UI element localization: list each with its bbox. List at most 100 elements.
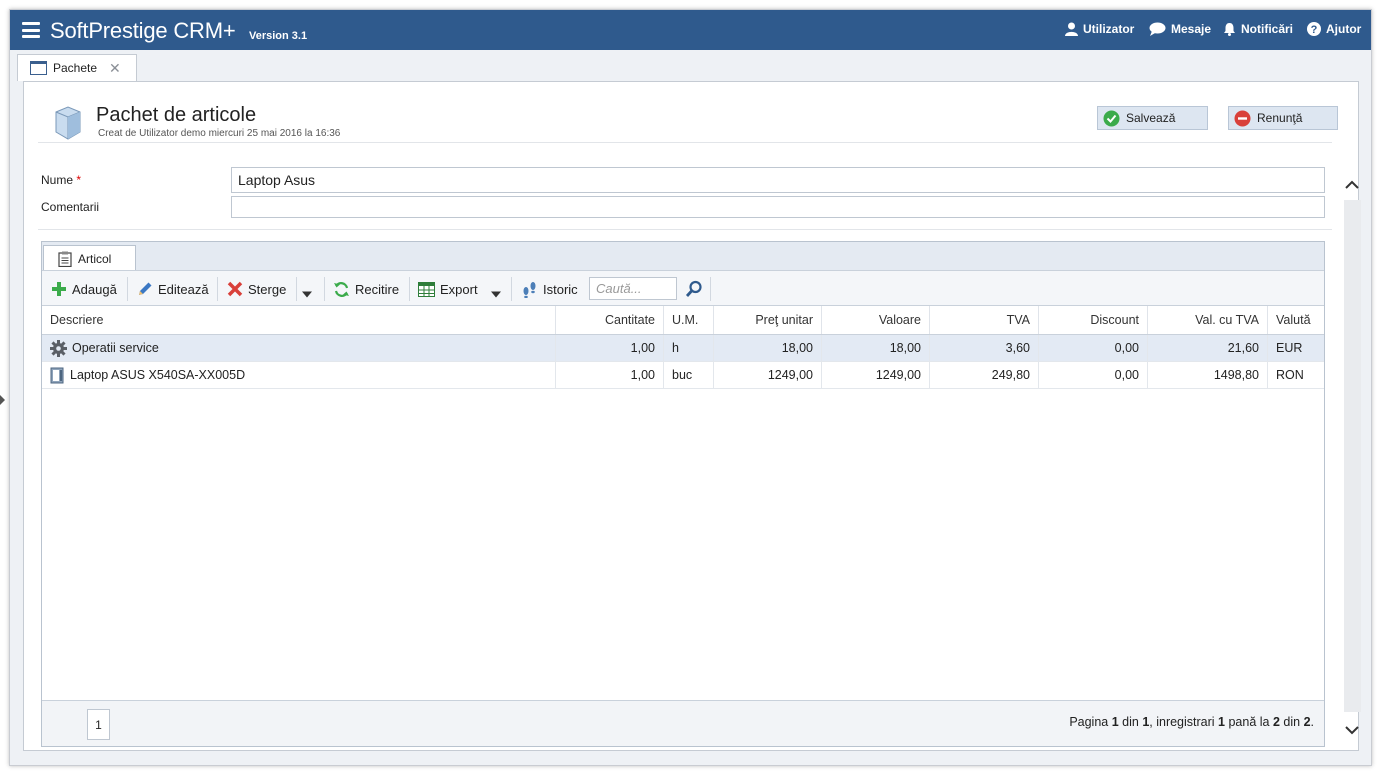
pager-total: 2 xyxy=(1303,715,1311,729)
close-icon[interactable]: ✕ xyxy=(109,60,121,77)
clipboard-icon xyxy=(58,251,72,267)
app-brand: SoftPrestige CRM+ xyxy=(50,18,236,43)
nume-input[interactable]: Laptop Asus xyxy=(231,167,1325,193)
tab-articol-label: Articol xyxy=(78,251,112,266)
pager-text: din xyxy=(1279,715,1304,729)
cell-val-tva: 21,60 xyxy=(1148,335,1268,361)
col-pret-unitar[interactable]: Preţ unitar xyxy=(714,306,822,334)
cell-tva: 249,80 xyxy=(930,362,1039,388)
edit-button[interactable]: Editează xyxy=(137,279,209,299)
pager-text: din xyxy=(1118,715,1143,729)
app-window: SoftPrestige CRM+ Version 3.1 Utilizator… xyxy=(9,9,1372,766)
cell-pret: 18,00 xyxy=(714,335,822,361)
svg-text:?: ? xyxy=(1311,24,1318,36)
spreadsheet-icon xyxy=(418,281,435,297)
col-val-cu-tva[interactable]: Val. cu TVA xyxy=(1148,306,1268,334)
export-button[interactable]: Export xyxy=(418,279,478,299)
col-valuta[interactable]: Valută xyxy=(1268,306,1324,334)
col-discount[interactable]: Discount xyxy=(1039,306,1148,334)
scroll-up-icon[interactable] xyxy=(1345,179,1359,189)
col-descriere[interactable]: Descriere xyxy=(42,306,556,334)
cell-tva: 3,60 xyxy=(930,335,1039,361)
cell-discount: 0,00 xyxy=(1039,362,1148,388)
tab-pachete-label: Pachete xyxy=(53,61,98,75)
search-input[interactable]: Caută... xyxy=(589,277,677,300)
chevron-down-icon[interactable] xyxy=(491,285,501,305)
top-bar: SoftPrestige CRM+ Version 3.1 Utilizator… xyxy=(10,10,1371,50)
pencil-icon xyxy=(139,282,152,295)
table-row[interactable]: Operatii service 1,00 h 18,00 18,00 3,60… xyxy=(42,335,1324,362)
history-button-label: Istoric xyxy=(543,281,578,297)
reload-button[interactable]: Recitire xyxy=(333,279,399,299)
add-button[interactable]: Adaugă xyxy=(51,279,117,299)
page-number-button[interactable]: 1 xyxy=(87,709,110,740)
nume-label: Nume * xyxy=(41,173,81,187)
cell-cantitate: 1,00 xyxy=(556,335,664,361)
save-button-label: Salvează xyxy=(1126,111,1176,125)
grid-pager: 1 Pagina 1 din 1, inregistrari 1 pană la… xyxy=(42,700,1324,746)
history-button[interactable]: Istoric xyxy=(521,279,578,299)
col-um[interactable]: U.M. xyxy=(664,306,714,334)
separator xyxy=(409,277,410,301)
tab-articol[interactable]: Articol xyxy=(43,245,136,271)
grid-toolbar: Adaugă Editează Sterge Recitire Export I… xyxy=(42,270,1324,306)
content-panel: Pachet de articole Creat de Utilizator d… xyxy=(23,81,1361,751)
col-tva[interactable]: TVA xyxy=(930,306,1039,334)
user-icon xyxy=(1065,22,1078,36)
separator xyxy=(710,277,711,301)
scrollbar[interactable] xyxy=(1344,200,1361,712)
cell-descriere: Laptop ASUS X540SA-XX005D xyxy=(42,362,556,388)
cell-val-tva: 1498,80 xyxy=(1148,362,1268,388)
separator xyxy=(127,277,128,301)
separator xyxy=(511,277,512,301)
nav-notificari[interactable]: Notificări xyxy=(1223,22,1293,36)
cell-um: buc xyxy=(664,362,714,388)
check-circle-icon xyxy=(1103,110,1120,126)
col-cantitate[interactable]: Cantitate xyxy=(556,306,664,334)
search-icon[interactable] xyxy=(685,279,703,299)
laptop-icon xyxy=(50,367,64,383)
col-valoare[interactable]: Valoare xyxy=(822,306,930,334)
separator xyxy=(296,277,297,301)
pager-text: pană la xyxy=(1225,715,1273,729)
scroll-down-icon[interactable] xyxy=(1345,726,1359,736)
separator xyxy=(217,277,218,301)
sidebar-toggle-handle[interactable] xyxy=(0,395,5,405)
cell-valoare: 18,00 xyxy=(822,335,930,361)
bell-icon xyxy=(1224,23,1235,36)
grid-header: Descriere Cantitate U.M. Preţ unitar Val… xyxy=(42,306,1324,335)
nav-utilizator[interactable]: Utilizator xyxy=(1065,22,1134,36)
cancel-button-label: Renunţă xyxy=(1257,111,1303,125)
pager-to: 2 xyxy=(1272,715,1280,729)
pager-page: 1 xyxy=(1111,715,1119,729)
nav-notificari-label: Notificări xyxy=(1241,22,1294,36)
separator xyxy=(324,277,325,301)
package-icon xyxy=(55,106,81,140)
nav-mesaje-label: Mesaje xyxy=(1171,22,1212,36)
chat-icon xyxy=(1149,22,1166,36)
cell-valoare: 1249,00 xyxy=(822,362,930,388)
save-button[interactable]: Salvează xyxy=(1097,106,1208,130)
hamburger-menu-icon[interactable] xyxy=(22,22,40,38)
delete-button[interactable]: Sterge xyxy=(227,279,286,299)
chevron-down-icon[interactable] xyxy=(302,285,312,305)
cancel-button[interactable]: Renunţă xyxy=(1228,106,1338,130)
app-version: Version 3.1 xyxy=(249,30,308,42)
cell-valuta: RON xyxy=(1276,368,1304,382)
divider xyxy=(38,229,1332,230)
plus-icon xyxy=(52,282,66,296)
nav-utilizator-label: Utilizator xyxy=(1083,22,1135,36)
table-row[interactable]: Laptop ASUS X540SA-XX005D 1,00 buc 1249,… xyxy=(42,362,1324,389)
nav-ajutor[interactable]: ? Ajutor xyxy=(1307,22,1361,36)
reload-button-label: Recitire xyxy=(355,281,400,297)
comentarii-input[interactable] xyxy=(231,196,1325,218)
cell-valuta: EUR xyxy=(1276,341,1303,355)
delete-button-label: Sterge xyxy=(248,281,287,297)
nav-mesaje[interactable]: Mesaje xyxy=(1149,22,1211,36)
edit-button-label: Editează xyxy=(158,281,209,297)
articles-grid: Articol Adaugă Editează Sterge Recitire … xyxy=(41,241,1325,747)
gear-icon xyxy=(50,339,67,357)
tab-pachete[interactable]: Pachete ✕ xyxy=(17,54,137,81)
cell-descriere: Operatii service xyxy=(42,335,556,361)
export-button-label: Export xyxy=(440,281,478,297)
